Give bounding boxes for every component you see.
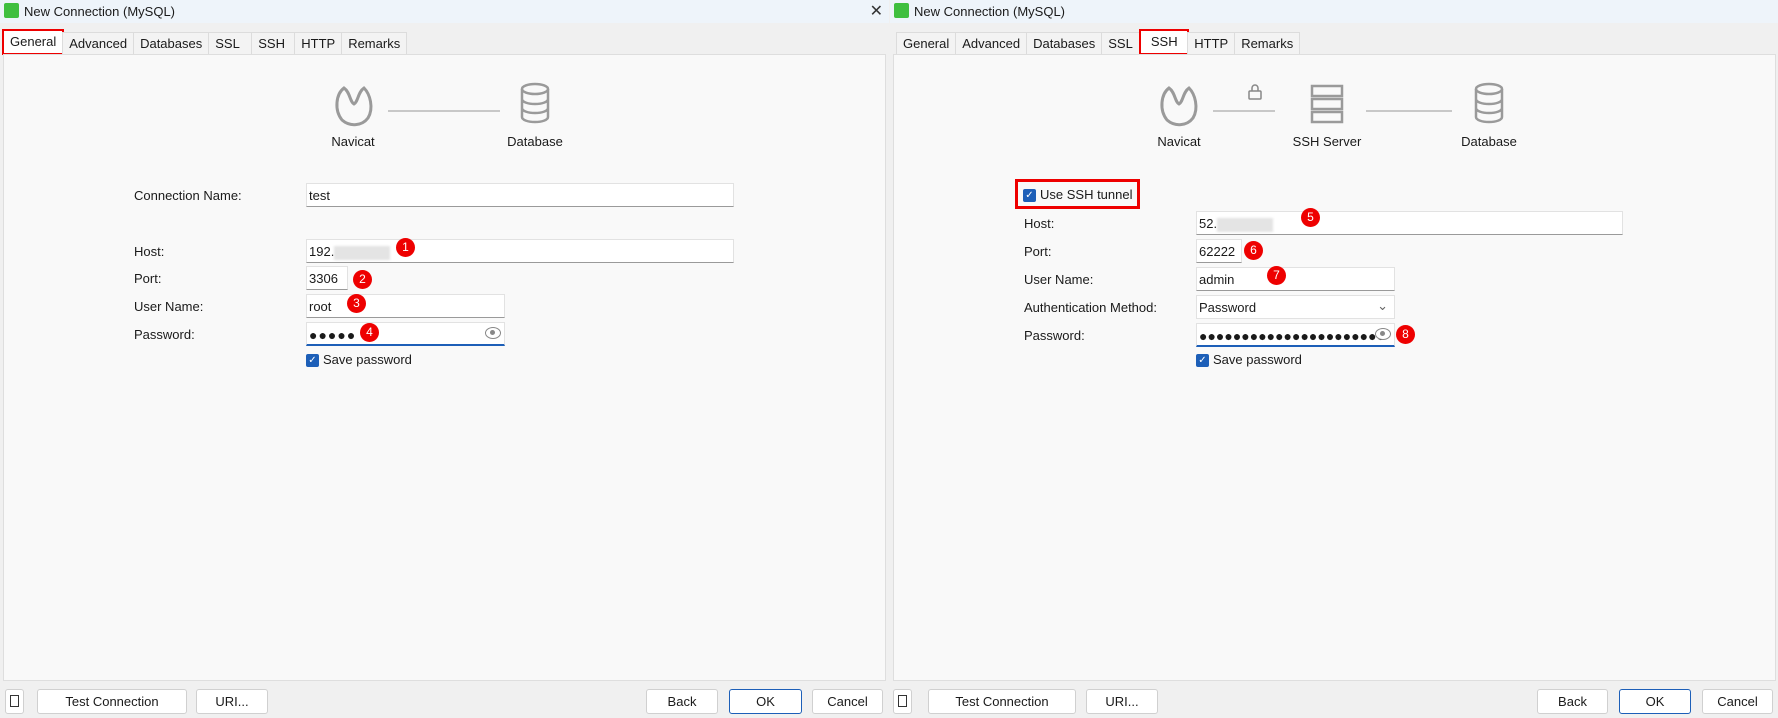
tab-databases[interactable]: Databases <box>1026 32 1103 54</box>
annotation-badge-7: 7 <box>1267 266 1286 285</box>
database-icon <box>520 82 550 124</box>
annotation-badge-4: 4 <box>360 323 379 342</box>
ssh-password-label: Password: <box>1024 328 1085 343</box>
test-connection-button[interactable]: Test Connection <box>37 689 187 714</box>
ssh-server-icon <box>1310 84 1344 124</box>
navicat-label: Navicat <box>1157 134 1201 149</box>
connection-line-2 <box>1366 110 1452 112</box>
connection-line <box>1213 110 1275 112</box>
ssh-user-name-input[interactable]: admin <box>1196 267 1395 291</box>
ssh-host-input[interactable]: 52. <box>1196 211 1623 235</box>
user-name-label: User Name: <box>134 299 204 314</box>
uri-button[interactable]: URI... <box>1086 689 1158 714</box>
host-input[interactable]: 192. <box>306 239 734 263</box>
dialog-general: New Connection (MySQL) ✕ General Advance… <box>0 0 889 718</box>
annotation-badge-2: 2 <box>353 270 372 289</box>
port-label: Port: <box>134 271 162 286</box>
tab-ssl[interactable]: SSL <box>1101 32 1142 54</box>
sidebar-icon <box>10 695 19 707</box>
cancel-button[interactable]: Cancel <box>812 689 883 714</box>
database-icon <box>1474 82 1504 124</box>
back-button[interactable]: Back <box>1537 689 1608 714</box>
ssh-host-label: Host: <box>1024 216 1055 231</box>
ssh-port-label: Port: <box>1024 244 1052 259</box>
back-button[interactable]: Back <box>646 689 718 714</box>
navicat-label: Navicat <box>331 134 375 149</box>
window-title: New Connection (MySQL) <box>24 4 175 19</box>
annotation-badge-6: 6 <box>1244 241 1263 260</box>
connection-line <box>388 110 500 112</box>
connection-name-input[interactable]: test <box>306 183 734 207</box>
tab-general[interactable]: General <box>896 32 957 54</box>
general-panel <box>3 54 886 681</box>
auth-method-select[interactable]: Password ⌄ <box>1196 295 1395 319</box>
annotation-badge-8: 8 <box>1396 325 1415 344</box>
close-icon[interactable]: ✕ <box>870 1 883 21</box>
password-label: Password: <box>134 327 195 342</box>
ssh-password-input[interactable]: ●●●●●●●●●●●●●●●●●●●●●● <box>1196 323 1395 347</box>
tab-general[interactable]: General <box>1 29 65 55</box>
port-input[interactable]: 3306 <box>306 266 348 290</box>
tab-bar: General Advanced Databases SSL SSH HTTP … <box>1 29 408 55</box>
uri-button[interactable]: URI... <box>196 689 268 714</box>
tab-ssh[interactable]: SSH <box>251 32 296 54</box>
save-password-checkbox[interactable]: ✓ Save password <box>1196 352 1302 368</box>
chevron-down-icon: ⌄ <box>1377 298 1388 313</box>
navicat-app-icon <box>894 3 909 18</box>
checkbox-checked-icon: ✓ <box>1196 354 1209 368</box>
password-input[interactable]: ●●●●● <box>306 322 505 346</box>
show-password-eye-icon[interactable] <box>1375 328 1391 340</box>
use-ssh-tunnel-checkbox[interactable]: ✓ Use SSH tunnel <box>1015 179 1140 209</box>
lock-icon <box>1248 84 1262 100</box>
connection-name-label: Connection Name: <box>134 188 242 203</box>
dialog-ssh: New Connection (MySQL) General Advanced … <box>890 0 1778 718</box>
database-label: Database <box>507 134 563 149</box>
ssh-port-input[interactable]: 62222 <box>1196 239 1242 263</box>
checkbox-checked-icon: ✓ <box>306 354 319 368</box>
navicat-icon <box>335 86 373 127</box>
tab-http[interactable]: HTTP <box>294 32 343 54</box>
navicat-icon <box>1160 86 1198 127</box>
save-password-checkbox[interactable]: ✓ Save password <box>306 352 412 368</box>
window-title: New Connection (MySQL) <box>914 4 1065 19</box>
tab-ssl[interactable]: SSL <box>208 32 253 54</box>
ok-button[interactable]: OK <box>729 689 802 714</box>
tab-databases[interactable]: Databases <box>133 32 210 54</box>
host-label: Host: <box>134 244 165 259</box>
annotation-badge-1: 1 <box>396 238 415 257</box>
tab-advanced[interactable]: Advanced <box>955 32 1028 54</box>
toggle-sidebar-button[interactable] <box>5 689 24 714</box>
navicat-app-icon <box>4 3 19 18</box>
user-name-input[interactable]: root <box>306 294 505 318</box>
ssh-user-name-label: User Name: <box>1024 272 1094 287</box>
annotation-badge-3: 3 <box>347 294 366 313</box>
test-connection-button[interactable]: Test Connection <box>928 689 1076 714</box>
tab-remarks[interactable]: Remarks <box>341 32 408 54</box>
auth-method-label: Authentication Method: <box>1024 300 1157 315</box>
sidebar-icon <box>898 695 907 707</box>
ok-button[interactable]: OK <box>1619 689 1691 714</box>
tab-bar: General Advanced Databases SSL SSH HTTP … <box>896 29 1301 55</box>
checkbox-checked-icon: ✓ <box>1023 189 1036 203</box>
title-bar: New Connection (MySQL) <box>890 0 1778 23</box>
ssh-server-label: SSH Server <box>1292 134 1362 149</box>
show-password-eye-icon[interactable] <box>485 327 501 339</box>
annotation-badge-5: 5 <box>1301 208 1320 227</box>
toggle-sidebar-button[interactable] <box>893 689 912 714</box>
tab-ssh[interactable]: SSH <box>1139 29 1190 55</box>
database-label: Database <box>1461 134 1517 149</box>
tab-remarks[interactable]: Remarks <box>1234 32 1301 54</box>
tab-http[interactable]: HTTP <box>1187 32 1236 54</box>
tab-advanced[interactable]: Advanced <box>62 32 135 54</box>
cancel-button[interactable]: Cancel <box>1702 689 1773 714</box>
title-bar: New Connection (MySQL) ✕ <box>0 0 889 23</box>
